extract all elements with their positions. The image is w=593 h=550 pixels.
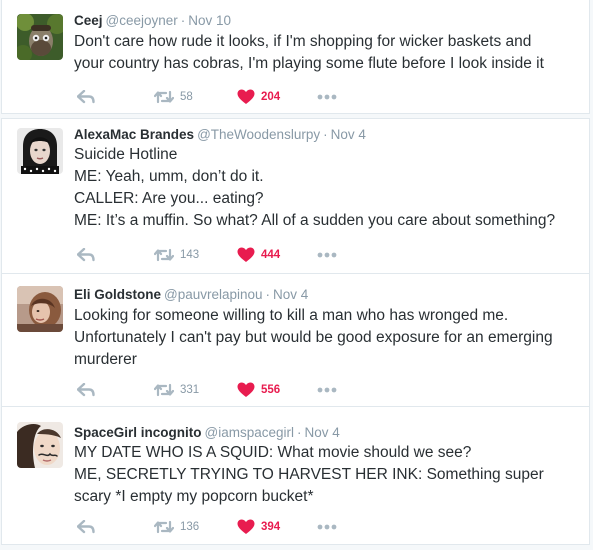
tweet-card[interactable]: AlexaMac Brandes @TheWoodenslurpy · Nov 4 S… [1, 118, 590, 274]
like-button[interactable]: 444 [237, 245, 280, 265]
tweet-date[interactable]: Nov 4 [273, 287, 308, 302]
tweet-text-line: murderer [74, 351, 137, 368]
more-dots-icon [317, 387, 337, 393]
like-count: 556 [261, 384, 281, 396]
like-button[interactable]: 394 [237, 517, 280, 537]
tweet-card[interactable]: Ceej @ceejoyner · Nov 10 Don't care how rud… [1, 0, 590, 114]
avatar[interactable] [17, 422, 63, 468]
retweet-button[interactable]: 58 [154, 87, 193, 107]
retweet-icon [154, 520, 174, 534]
retweet-button[interactable]: 136 [154, 517, 199, 537]
reply-arrow-icon [77, 383, 95, 397]
more-button[interactable] [317, 87, 337, 107]
tweet-date[interactable]: Nov 4 [331, 127, 366, 142]
reply-arrow-icon [77, 248, 95, 262]
reply-arrow-icon [77, 520, 95, 534]
tweet-text-line: Unfortunately I can't pay but would be g… [74, 329, 553, 346]
like-count: 204 [261, 91, 281, 103]
author-name[interactable]: Ceej [74, 13, 103, 28]
retweet-button[interactable]: 331 [154, 380, 199, 400]
like-count: 394 [261, 521, 281, 533]
heart-icon [237, 382, 255, 397]
separator: · [297, 425, 302, 440]
tweet-text-line: your country has cobras, I'm playing som… [74, 55, 544, 72]
tweet-text-line: ME: Yeah, umm, don’t do it. [74, 168, 264, 185]
tweet-card[interactable]: SpaceGirl incognito @iamspacegirl · Nov 4 M… [1, 406, 590, 545]
retweet-count: 58 [180, 91, 193, 103]
reply-button[interactable] [77, 517, 95, 537]
like-count: 444 [261, 249, 281, 261]
tweet-text: Suicide Hotline ME: Yeah, umm, don’t do … [74, 144, 584, 232]
author-handle[interactable]: @ceejoyner [106, 13, 178, 28]
more-button[interactable] [317, 245, 337, 265]
tweet-text-line: ME, SECRETLY TRYING TO HARVEST HER INK: … [74, 466, 544, 483]
tweet-text-line: ME: It’s a muffin. So what? All of a sud… [74, 212, 556, 229]
separator: · [180, 13, 186, 28]
tweet-date[interactable]: Nov 10 [188, 13, 231, 28]
author-handle[interactable]: @iamspacegirl [205, 425, 294, 440]
author-name[interactable]: AlexaMac Brandes [74, 127, 194, 142]
retweet-count: 331 [180, 384, 200, 396]
reply-button[interactable] [77, 87, 95, 107]
heart-icon [237, 519, 255, 534]
avatar[interactable] [17, 286, 63, 332]
retweet-icon [154, 90, 174, 104]
like-button[interactable]: 204 [237, 87, 280, 107]
reply-arrow-icon [77, 90, 95, 104]
tweet-actions: 58 204 [74, 87, 374, 107]
tweet-text-line: Don't care how rude it looks, if I'm sho… [74, 33, 532, 50]
tweet-text-line: MY DATE WHO IS A SQUID: What movie shoul… [74, 444, 472, 461]
tweet-date[interactable]: Nov 4 [305, 425, 340, 440]
tweet-text: Don't care how rude it looks, if I'm sho… [74, 31, 584, 75]
retweet-count: 136 [180, 521, 200, 533]
reply-button[interactable] [77, 245, 95, 265]
more-dots-icon [317, 94, 337, 100]
more-button[interactable] [317, 380, 337, 400]
author-name[interactable]: SpaceGirl incognito [74, 425, 202, 440]
retweet-icon [154, 383, 174, 397]
tweet-actions: 143 444 [74, 245, 374, 265]
timeline: Ceej @ceejoyner · Nov 10 Don't care how rud… [0, 0, 593, 550]
retweet-button[interactable]: 143 [154, 245, 199, 265]
tweet-text-line: scary *I empty my popcorn bucket* [74, 488, 314, 505]
author-handle[interactable]: @pauvrelapinou [164, 287, 263, 302]
heart-icon [237, 247, 255, 262]
retweet-count: 143 [180, 249, 200, 261]
more-button[interactable] [317, 517, 337, 537]
tweet-text-line: CALLER: Are you... eating? [74, 190, 264, 207]
avatar[interactable] [17, 14, 63, 60]
separator: · [323, 127, 328, 142]
avatar[interactable] [17, 128, 63, 174]
author-name[interactable]: Eli Goldstone [74, 287, 161, 302]
tweet-text-line: Looking for someone willing to kill a ma… [74, 307, 509, 324]
tweet-text: Looking for someone willing to kill a ma… [74, 305, 584, 371]
like-button[interactable]: 556 [237, 380, 280, 400]
retweet-icon [154, 248, 174, 262]
tweet-card[interactable]: Eli Goldstone @pauvrelapinou · Nov 4 Lookin… [1, 273, 590, 407]
separator: · [265, 287, 271, 302]
more-dots-icon [317, 524, 337, 530]
heart-icon [237, 89, 255, 104]
tweet-text-line: Suicide Hotline [74, 146, 178, 163]
tweet-actions: 136 394 [74, 517, 374, 537]
reply-button[interactable] [77, 380, 95, 400]
author-handle[interactable]: @TheWoodenslurpy [197, 127, 320, 142]
tweet-text: MY DATE WHO IS A SQUID: What movie shoul… [74, 442, 584, 508]
tweet-actions: 331 556 [74, 380, 374, 400]
more-dots-icon [317, 252, 337, 258]
